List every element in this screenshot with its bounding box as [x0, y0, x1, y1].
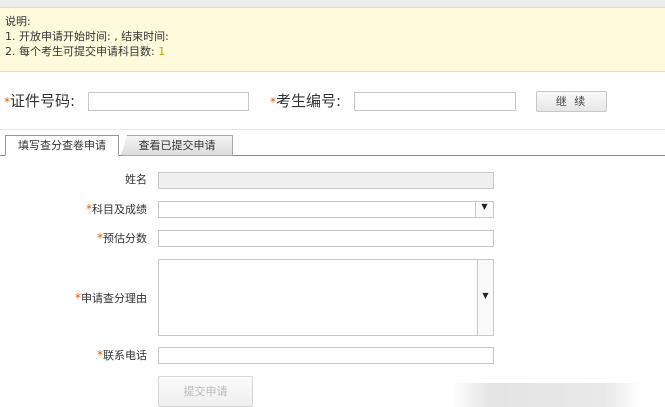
continue-button[interactable]: 继 续 [536, 91, 607, 112]
reason-label-text: 申请查分理由 [81, 292, 147, 305]
phone-label-text: 联系电话 [103, 349, 147, 362]
name-label-text: 姓名 [125, 173, 147, 186]
phone-input[interactable] [158, 347, 494, 364]
subject-select[interactable]: ▼ [158, 201, 494, 218]
window-top-strip [0, 0, 665, 8]
max-subjects-value: 1 [158, 45, 166, 58]
estimate-label-text: 预估分数 [103, 232, 147, 245]
id-number-input[interactable] [88, 92, 249, 111]
blurred-watermark [452, 383, 642, 407]
subject-label: *科目及成绩 [37, 201, 147, 218]
id-number-label: *证件号码: [4, 90, 75, 111]
phone-label: *联系电话 [37, 347, 147, 364]
submit-button[interactable]: 提交申请 [158, 376, 253, 407]
subject-label-text: 科目及成绩 [92, 203, 147, 216]
reason-label: *申请查分理由 [37, 290, 147, 307]
exam-number-input[interactable] [354, 92, 516, 111]
notice-line-2: 2. 每个考生可提交申请科目数: 1 [5, 44, 665, 59]
notice-title: 说明: [5, 15, 31, 28]
chevron-down-icon[interactable]: ▼ [475, 202, 493, 217]
section-divider [0, 129, 665, 130]
reason-textarea[interactable]: ▼ [158, 259, 494, 336]
tab-view-submitted[interactable]: 查看已提交申请 [121, 135, 233, 156]
estimate-score-input[interactable] [158, 230, 494, 247]
notice-panel: 说明: 1. 开放申请开始时间: , 结束时间: 2. 每个考生可提交申请科目数… [0, 8, 665, 72]
notice-line-1: 1. 开放申请开始时间: , 结束时间: [5, 30, 169, 43]
notice-line-2-text: 2. 每个考生可提交申请科目数: [5, 45, 155, 58]
exam-number-label: *考生编号: [270, 90, 341, 111]
tab-fill-application[interactable]: 填写查分查卷申请 [5, 135, 119, 156]
id-number-label-text: 证件号码: [10, 92, 76, 110]
estimate-label: *预估分数 [37, 230, 147, 247]
exam-number-label-text: 考生编号: [276, 92, 342, 110]
name-label: 姓名 [37, 172, 147, 188]
scrollbar[interactable]: ▼ [477, 260, 493, 335]
name-field [158, 172, 494, 189]
chevron-down-icon: ▼ [482, 291, 489, 300]
